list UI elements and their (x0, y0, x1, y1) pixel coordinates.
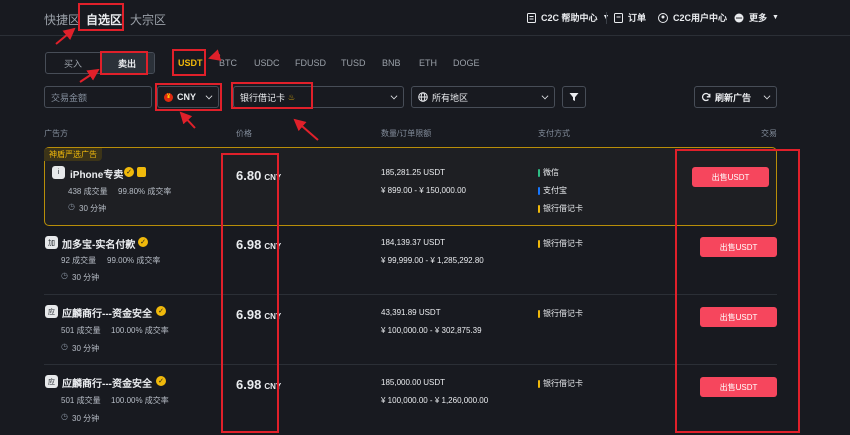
annotation-arrows (55, 27, 319, 141)
